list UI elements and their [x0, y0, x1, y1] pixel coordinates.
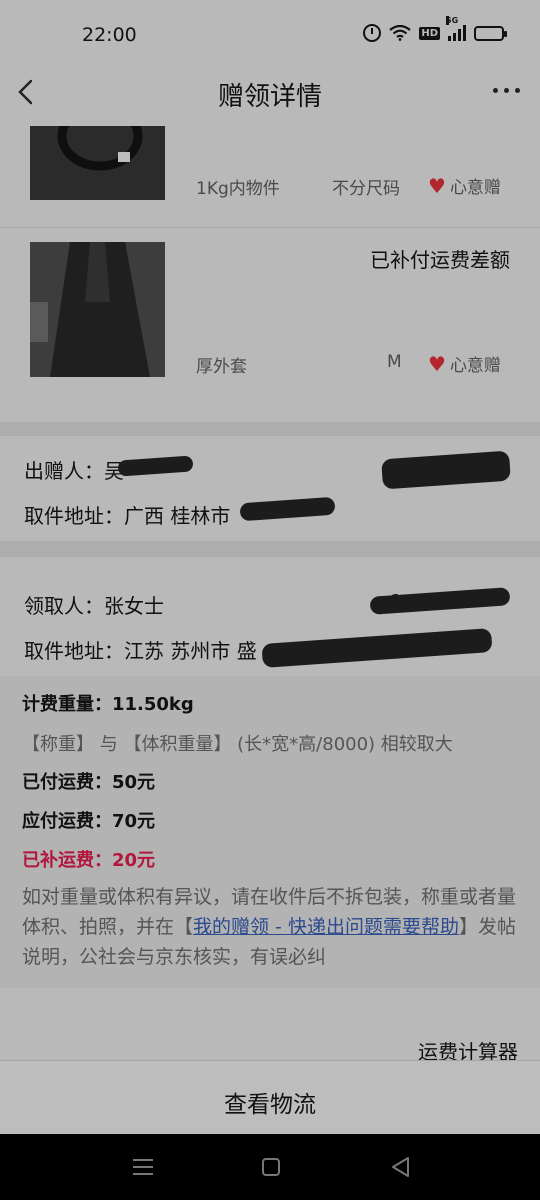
status-time: 22:00	[82, 24, 137, 46]
item-size: 不分尺码	[332, 179, 400, 199]
giver-address: 广西 桂林市	[124, 504, 231, 528]
billing-weight: 计费重量：11.50kg	[22, 690, 194, 716]
redaction-mark	[261, 628, 493, 668]
receiver-address-row: 取件地址：江苏 苏州市 盛	[24, 635, 257, 664]
giver-row: 出赠人：吴	[24, 455, 124, 484]
due-fee-label: 应付运费：	[22, 811, 112, 832]
wifi-icon	[389, 25, 412, 41]
item-photo	[30, 242, 165, 377]
item-category: 1Kg内物件	[196, 179, 280, 199]
recents-icon[interactable]	[133, 1159, 153, 1175]
item-card[interactable]: 1Kg内物件 不分尺码 ♥ 心意赠	[0, 126, 540, 226]
hair-tie-image	[30, 126, 165, 200]
signal-icon: 5G	[446, 16, 466, 41]
status-icons: HD 5G	[363, 16, 507, 42]
receiver-address: 江苏 苏州市 盛	[124, 639, 257, 663]
receiver-name: 张女士	[104, 594, 164, 618]
giver-label: 出赠人：	[24, 459, 104, 483]
redaction-mark	[117, 455, 194, 477]
coat-image	[30, 242, 165, 377]
help-link[interactable]: 我的赠领 - 快递出问题需要帮助	[193, 916, 459, 938]
item-category: 厚外套	[196, 357, 247, 377]
giver-address-row: 取件地址：广西 桂林市	[24, 500, 230, 529]
heart-icon: ♥	[428, 173, 446, 198]
dispute-note: 如对重量或体积有异议，请在收件后不拆包装，称重或者量体积、拍照，并在【我的赠领 …	[22, 882, 518, 972]
extra-fee-label: 已补运费：	[22, 850, 112, 871]
paid-fee: 已付运费：50元	[22, 768, 155, 794]
paid-fee-label: 已付运费：	[22, 772, 112, 793]
view-logistics-button[interactable]: 查看物流	[0, 1060, 540, 1134]
extra-fee-value: 20元	[112, 850, 156, 871]
extra-fee: 已补运费：20元	[22, 846, 155, 872]
receiver-address-label: 取件地址：	[24, 639, 124, 663]
section-gap	[0, 422, 540, 436]
gift-tag: ♥ 心意赠	[428, 173, 501, 199]
home-icon[interactable]	[262, 1158, 280, 1176]
status-bar: 22:00 HD 5G	[0, 0, 540, 70]
billing-weight-value: 11.50kg	[112, 694, 194, 715]
more-options-icon[interactable]	[493, 88, 520, 93]
item-status: 已补付运费差额	[370, 248, 510, 272]
gift-tag-label: 心意赠	[449, 356, 501, 376]
billing-weight-label: 计费重量：	[22, 694, 112, 715]
receiver-row: 领取人：张女士	[24, 590, 164, 619]
redaction-mark	[239, 496, 336, 522]
heart-icon: ♥	[428, 351, 446, 376]
paid-fee-value: 50元	[112, 772, 156, 793]
item-photo	[30, 126, 165, 200]
view-logistics-label: 查看物流	[224, 1092, 316, 1118]
giver-address-label: 取件地址：	[24, 504, 124, 528]
receiver-label: 领取人：	[24, 594, 104, 618]
item-size: M	[387, 352, 402, 372]
gift-tag: ♥ 心意赠	[428, 351, 501, 377]
weight-rule: 【称重】 与 【体积重量】 (长*宽*高/8000) 相较取大	[22, 734, 453, 755]
alarm-icon	[363, 24, 382, 42]
due-fee: 应付运费：70元	[22, 807, 155, 833]
hd-icon: HD	[419, 26, 440, 40]
nav-bar: 赠领详情	[0, 70, 540, 126]
system-back-icon[interactable]	[390, 1156, 410, 1178]
section-gap	[0, 541, 540, 557]
system-nav-bar	[0, 1134, 540, 1200]
page-title: 赠领详情	[217, 82, 322, 112]
network-type: 5G	[446, 16, 459, 25]
battery-icon	[474, 25, 507, 41]
gift-tag-label: 心意赠	[449, 178, 501, 198]
item-card[interactable]: 已补付运费差额 厚外套 M ♥ 心意赠	[0, 228, 540, 422]
due-fee-value: 70元	[112, 811, 156, 832]
